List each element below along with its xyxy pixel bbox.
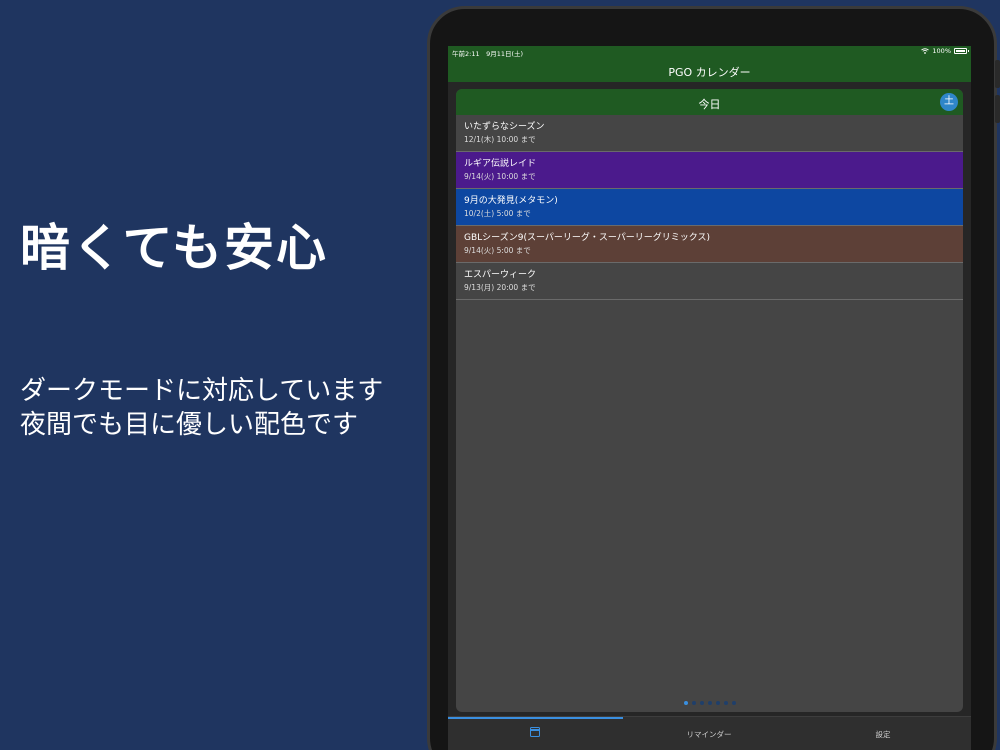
card-header-title: 今日	[698, 98, 721, 111]
card-header: 今日 土	[456, 89, 963, 115]
battery-icon	[954, 48, 969, 54]
app-header: 午前2:11 9月11日(土) 100% PGO カレンダー	[448, 46, 971, 82]
status-time-date: 午前2:11 9月11日(土)	[452, 50, 524, 58]
calendar-icon	[530, 727, 540, 737]
event-list: いたずらなシーズン 12/1(木) 10:00 まで ルギア伝説レイド 9/14…	[456, 115, 963, 300]
page-dot[interactable]	[684, 701, 688, 705]
volume-up-button	[995, 60, 1000, 88]
page-dot[interactable]	[732, 701, 736, 705]
event-row[interactable]: エスパーウィーク 9/13(月) 20:00 まで	[456, 263, 963, 300]
event-title: 9月の大発見(メタモン)	[464, 196, 558, 206]
page-dot[interactable]	[716, 701, 720, 705]
event-date: 9/14(火) 5:00 まで	[464, 246, 531, 255]
day-badge[interactable]: 土	[940, 93, 958, 111]
promo-title: 暗くても安心	[20, 219, 328, 277]
promo-subtitle-line-2: 夜間でも目に優しい配色です	[20, 410, 359, 440]
event-title: エスパーウィーク	[464, 270, 537, 280]
tab-bar: リマインダー 設定	[448, 716, 971, 750]
tab-active-indicator	[448, 717, 623, 719]
volume-down-button	[995, 95, 1000, 123]
promo-subtitle: ダークモードに対応しています 夜間でも目に優しい配色です	[20, 374, 383, 442]
event-title: いたずらなシーズン	[464, 122, 545, 132]
tab-calendar[interactable]	[448, 727, 622, 739]
page-dot[interactable]	[724, 701, 728, 705]
event-title: GBLシーズン9(スーパーリーグ・スーパーリーグリミックス)	[464, 233, 711, 243]
status-indicators: 100%	[921, 47, 969, 55]
tab-settings[interactable]: 設定	[796, 729, 970, 740]
app-title: PGO カレンダー	[668, 66, 751, 79]
tab-reminder[interactable]: リマインダー	[622, 729, 796, 740]
event-row[interactable]: ルギア伝説レイド 9/14(火) 10:00 まで	[456, 152, 963, 189]
event-row[interactable]: GBLシーズン9(スーパーリーグ・スーパーリーグリミックス) 9/14(火) 5…	[456, 226, 963, 263]
event-date: 12/1(木) 10:00 まで	[464, 135, 536, 144]
today-card: 今日 土 いたずらなシーズン 12/1(木) 10:00 まで ルギア伝説レイド…	[456, 89, 963, 712]
event-date: 9/14(火) 10:00 まで	[464, 172, 536, 181]
page-dot[interactable]	[708, 701, 712, 705]
event-date: 10/2(土) 5:00 まで	[464, 209, 531, 218]
promo-subtitle-line-1: ダークモードに対応しています	[20, 376, 384, 406]
page-dot[interactable]	[700, 701, 704, 705]
page-indicator[interactable]	[684, 701, 736, 705]
page-dot[interactable]	[692, 701, 696, 705]
event-title: ルギア伝説レイド	[464, 159, 537, 169]
wifi-icon	[921, 48, 930, 54]
event-row[interactable]: 9月の大発見(メタモン) 10/2(土) 5:00 まで	[456, 189, 963, 226]
battery-percent: 100%	[932, 47, 951, 55]
event-date: 9/13(月) 20:00 まで	[464, 283, 536, 292]
event-row[interactable]: いたずらなシーズン 12/1(木) 10:00 まで	[456, 115, 963, 152]
app-screen: 午前2:11 9月11日(土) 100% PGO カレンダー 今日 土 いたずら…	[448, 46, 971, 750]
